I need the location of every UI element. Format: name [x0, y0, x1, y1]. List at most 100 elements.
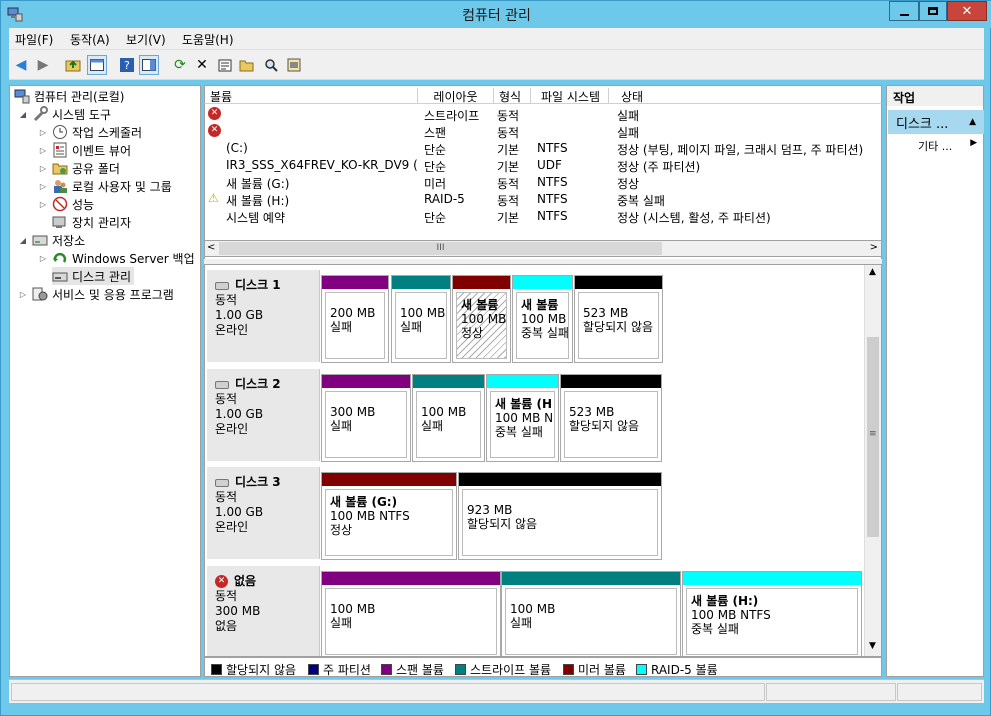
partition-title — [421, 397, 476, 405]
delete-icon[interactable]: ✕ — [192, 55, 212, 75]
actions-more[interactable]: 기타 ... ▶ — [918, 138, 977, 154]
legend-label: 할당되지 않음 — [226, 663, 297, 677]
partition-title: 새 볼륨 (H — [495, 397, 553, 411]
partition-size: 100 MB — [461, 312, 507, 326]
menu-file[interactable]: 파일(F) — [15, 31, 53, 48]
volume-row[interactable]: ⚠ 새 볼륨 (H:) RAID-5 동적 NTFS 중복 실패 — [205, 191, 881, 208]
shared-folder-icon — [52, 160, 68, 176]
tree-services[interactable]: ▷ 서비스 및 응용 프로그램 — [18, 285, 174, 303]
partition-title: 새 볼륨 (G:) — [330, 495, 398, 509]
partition[interactable]: 300 MB 실패 — [321, 374, 411, 462]
partition[interactable]: 200 MB 실패 — [321, 275, 389, 363]
disk-info[interactable]: 디스크 2 동적 1.00 GB 온라인 — [207, 369, 320, 461]
menu-action[interactable]: 동작(A) — [70, 31, 110, 48]
volume-filesystem: NTFS — [537, 175, 568, 189]
volume-layout: 단순 — [424, 143, 447, 157]
tree-task-scheduler[interactable]: ▷ 작업 스케줄러 — [38, 123, 142, 141]
disk-size: 1.00 GB — [215, 308, 264, 322]
search-icon[interactable] — [261, 55, 281, 75]
expand-arrow-icon[interactable]: ▷ — [38, 254, 48, 263]
partition-title — [330, 594, 492, 602]
disk-info[interactable]: 디스크 3 동적 1.00 GB 온라인 — [207, 467, 320, 559]
disk-row: 디스크 1 동적 1.00 GB 온라인 200 MB 실패 100 MB 실패 — [205, 268, 862, 366]
volume-row[interactable]: IR3_SSS_X64FREV_KO-KR_DV9 (D:) 단순 기본 UDF 정상 … — [205, 157, 881, 174]
tree-device-manager[interactable]: 장치 관리자 — [52, 213, 131, 231]
action-pane-icon[interactable] — [139, 55, 159, 75]
partition[interactable]: 새 볼륨 (H 100 MB N 중복 실패 — [486, 374, 559, 462]
volume-name: 새 볼륨 (G:) — [226, 177, 290, 191]
partition[interactable]: 새 볼륨 100 MB 중복 실패 — [512, 275, 573, 363]
column-volume[interactable]: 볼륨 — [205, 88, 418, 104]
scroll-left-icon[interactable]: < — [207, 242, 215, 253]
scroll-up-icon[interactable]: ▲ — [869, 267, 876, 277]
forward-arrow-icon[interactable]: ▶ — [33, 55, 53, 75]
vertical-scrollbar[interactable]: ▲ ≡ ▼ — [864, 265, 881, 656]
expand-arrow-icon[interactable]: ▷ — [38, 200, 48, 209]
tree-root[interactable]: 컴퓨터 관리(로컬) — [14, 87, 124, 105]
volume-row[interactable]: ✕ 스팬 동적 실패 — [205, 123, 881, 140]
collapse-arrow-icon[interactable]: ◢ — [18, 110, 28, 119]
actions-disk-management[interactable]: 디스크 ... ▲ — [888, 110, 984, 134]
scrollbar-thumb[interactable]: III — [219, 242, 662, 255]
partition[interactable]: 100 MB 실패 — [321, 571, 501, 656]
up-folder-icon[interactable] — [63, 55, 83, 75]
help-icon[interactable]: ? — [117, 55, 137, 75]
volume-row[interactable]: 새 볼륨 (G:) 미러 동적 NTFS 정상 — [205, 174, 881, 191]
partition[interactable]: 100 MB 실패 — [391, 275, 451, 363]
rescan-icon[interactable] — [284, 55, 304, 75]
scroll-down-icon[interactable]: ▼ — [869, 641, 876, 651]
collapse-up-icon[interactable]: ▲ — [969, 117, 976, 127]
partition[interactable]: 새 볼륨 (H:) 100 MB NTFS 중복 실패 — [682, 571, 862, 656]
tree-system-tools-label: 시스템 도구 — [52, 107, 112, 122]
error-icon: ✕ — [208, 124, 221, 137]
tree-performance[interactable]: ▷ 성능 — [38, 195, 94, 213]
partition[interactable]: 523 MB 할당되지 않음 — [560, 374, 662, 462]
partition[interactable]: 923 MB 할당되지 않음 — [458, 472, 662, 560]
column-filesystem[interactable]: 파일 시스템 — [531, 88, 609, 104]
expand-arrow-icon[interactable]: ▷ — [38, 128, 48, 137]
submenu-arrow-icon: ▶ — [970, 138, 978, 148]
expand-arrow-icon[interactable]: ▷ — [38, 146, 48, 155]
volume-name: (C:) — [226, 141, 248, 155]
tree-windows-backup[interactable]: ▷ Windows Server 백업 — [38, 249, 195, 267]
volume-row[interactable]: ✕ 스트라이프 동적 실패 — [205, 106, 881, 123]
tree-event-viewer[interactable]: ▷ 이벤트 뷰어 — [38, 141, 131, 159]
collapse-arrow-icon[interactable]: ◢ — [18, 236, 28, 245]
maximize-button[interactable] — [919, 1, 947, 21]
volume-row[interactable]: (C:) 단순 기본 NTFS 정상 (부팅, 페이지 파일, 크래시 덤프, 주 파티… — [205, 140, 881, 157]
menu-help[interactable]: 도움말(H) — [182, 31, 234, 48]
disk-info[interactable]: 디스크 1 동적 1.00 GB 온라인 — [207, 270, 320, 362]
expand-arrow-icon[interactable]: ▷ — [38, 182, 48, 191]
partition-size: 523 MB — [583, 306, 629, 320]
properties-icon[interactable] — [215, 55, 235, 75]
scrollbar-thumb[interactable]: ≡ — [867, 337, 879, 537]
show-hide-tree-icon[interactable] — [87, 55, 107, 75]
partition[interactable]: 100 MB 실패 — [501, 571, 681, 656]
refresh-icon[interactable]: ⟳ — [170, 55, 190, 75]
tree-storage[interactable]: ◢ 저장소 — [18, 231, 85, 249]
partition[interactable]: 새 볼륨 100 MB 정상 — [452, 275, 511, 363]
minimize-button[interactable] — [889, 1, 919, 21]
partition[interactable]: 새 볼륨 (G:) 100 MB NTFS 정상 — [321, 472, 457, 560]
expand-arrow-icon[interactable]: ▷ — [18, 290, 28, 299]
tree-shared-folders[interactable]: ▷ 공유 폴더 — [38, 159, 120, 177]
column-type[interactable]: 형식 — [494, 88, 531, 104]
disk-type: 동적 — [215, 589, 238, 603]
expand-arrow-icon[interactable]: ▷ — [38, 164, 48, 173]
disk-info[interactable]: ✕ 없음 동적 300 MB 없음 — [207, 566, 320, 656]
menu-view[interactable]: 보기(V) — [126, 31, 166, 48]
partition[interactable]: 523 MB 할당되지 않음 — [574, 275, 663, 363]
tree-system-tools[interactable]: ◢ 시스템 도구 — [18, 105, 111, 123]
horizontal-scrollbar[interactable]: < III > — [204, 240, 882, 257]
back-arrow-icon[interactable]: ◀ — [11, 55, 31, 75]
window-title: 컴퓨터 관리 — [462, 8, 531, 24]
column-status[interactable]: 상태 — [609, 88, 883, 104]
open-folder-icon[interactable] — [237, 55, 257, 75]
scroll-right-icon[interactable]: > — [870, 242, 878, 253]
tree-local-users[interactable]: ▷ 로컬 사용자 및 그룹 — [38, 177, 172, 195]
column-layout[interactable]: 레이아웃 — [418, 88, 494, 104]
volume-row[interactable]: 시스템 예약 단순 기본 NTFS 정상 (시스템, 활성, 주 파티션) — [205, 208, 881, 225]
close-button[interactable]: ✕ — [947, 1, 987, 21]
partition[interactable]: 100 MB 실패 — [412, 374, 485, 462]
tree-disk-management[interactable]: 디스크 관리 — [52, 267, 135, 285]
